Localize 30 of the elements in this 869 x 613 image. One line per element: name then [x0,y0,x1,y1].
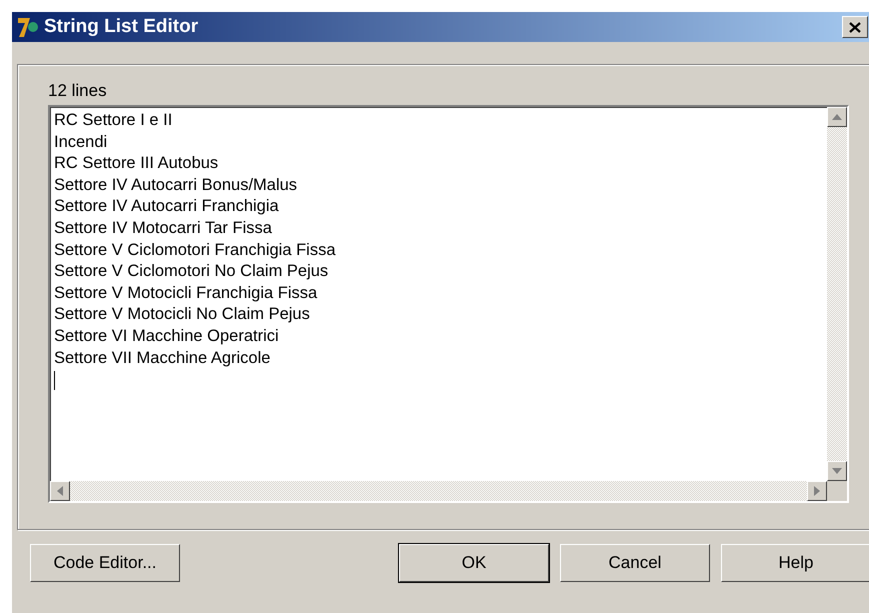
text-line: Settore V Ciclomotori No Claim Pejus [54,261,330,282]
text-caret [54,371,55,390]
close-button[interactable] [842,16,868,38]
line-count-label: 12 lines [48,81,108,101]
app-logo-icon [16,15,40,39]
vertical-scrollbar[interactable] [827,107,847,481]
text-line: Incendi [54,132,108,153]
text-line: Settore IV Autocarri Bonus/Malus [54,174,298,196]
close-icon [849,22,861,32]
horizontal-scrollbar[interactable] [50,481,827,501]
text-line: Settore V Ciclomotori Franchigia Fissa [54,240,337,261]
scrollbar-corner [827,481,847,501]
text-line: Settore V Motocicli Franchigia Fissa [54,282,318,304]
arrow-icon [57,486,63,496]
dialog-button[interactable]: Help [721,544,869,582]
window-title: String List Editor [44,16,200,38]
arrow-icon [814,486,820,496]
text-area[interactable] [48,105,849,503]
text-line: RC Settore I e II [54,110,174,131]
text-line: Settore IV Motocarri Tar Fissa [54,218,273,239]
text-line: Settore VII Macchine Agricole [54,348,272,369]
text-line: Settore V Motocicli No Claim Pejus [54,304,311,326]
text-line: Settore IV Autocarri Franchigia [54,196,280,218]
dialog-button[interactable]: Code Editor... [30,544,180,582]
text-line: Settore VI Macchine Operatrici [54,326,280,347]
dialog-button[interactable]: Cancel [560,544,710,582]
arrow-icon [832,468,842,474]
text-line: RC Settore III Autobus [54,153,220,174]
dialog-button[interactable]: OK [399,544,549,582]
arrow-icon [832,114,842,120]
